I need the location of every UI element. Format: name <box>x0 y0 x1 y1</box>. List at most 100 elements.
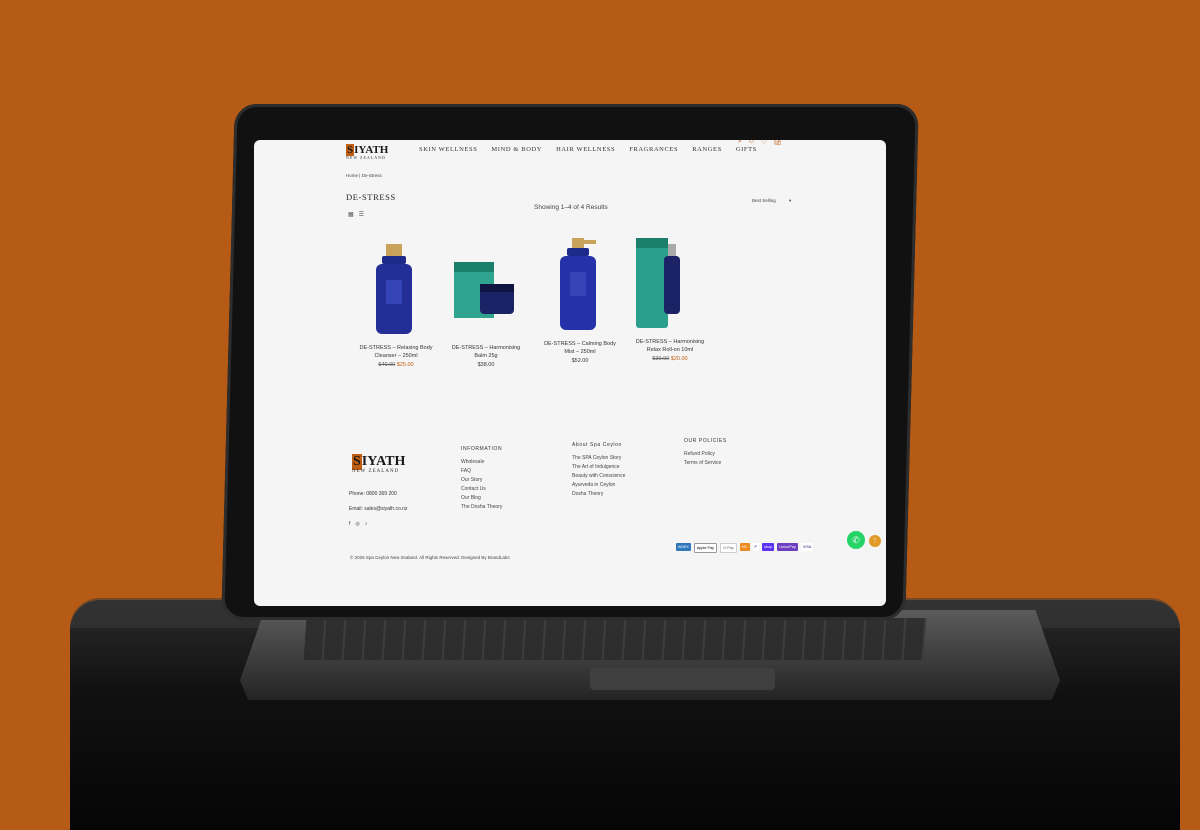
product-price: $38.00 <box>440 362 532 368</box>
laptop-trackpad <box>590 668 775 690</box>
footer-email[interactable]: Email: sales@siyath.co.nz <box>349 505 407 514</box>
footer-link[interactable]: Beauty with Conscience <box>572 472 625 481</box>
account-icon[interactable]: ☺ <box>748 140 755 146</box>
whatsapp-button[interactable]: ✆ <box>847 531 865 549</box>
grid-view-icon[interactable]: ▦ <box>348 211 354 218</box>
payment-methods: AMEX Apple Pay G Pay MC P shop UnionPay … <box>676 543 814 553</box>
product-name[interactable]: DE-STRESS – Calming Body Mist – 250ml <box>534 340 626 356</box>
apple-pay-icon: Apple Pay <box>693 543 718 553</box>
logo-sub: NEW ZEALAND <box>346 155 386 160</box>
laptop-screen: SIYATH NEW ZEALAND SKIN WELLNESS MIND & … <box>254 140 886 606</box>
breadcrumb-current: De-Stress <box>361 173 382 178</box>
old-price: $30.00 <box>652 356 670 362</box>
back-to-top-button[interactable]: ↑ <box>869 535 881 547</box>
sort-label: Best Selling <box>752 198 776 203</box>
footer-link[interactable]: Terms of Service <box>684 459 721 468</box>
sale-price: $20.00 <box>670 356 688 362</box>
footer-policies-links: Refund Policy Terms of Service <box>684 450 721 468</box>
product-price: $40.00 $25.00 <box>350 362 442 368</box>
product-name-line2: Balm 25g <box>474 353 498 359</box>
footer-logo[interactable]: SIYATH NEW ZEALAND <box>352 454 405 474</box>
results-count: Showing 1–4 of 4 Results <box>534 204 608 211</box>
footer-link[interactable]: The Art of Indulgence <box>572 463 625 472</box>
balm-image <box>454 262 514 318</box>
mastercard-icon: MC <box>739 543 750 551</box>
breadcrumb: Home | De-Stress <box>346 173 382 178</box>
nav-item-ranges[interactable]: RANGES <box>692 146 722 153</box>
whatsapp-icon: ✆ <box>852 535 860 545</box>
footer-about-title: About Spa Ceylon <box>572 442 622 448</box>
footer-link[interactable]: Dosha Theory <box>572 490 625 499</box>
product-name-line2: Cleanser – 250ml <box>374 353 418 359</box>
footer-link[interactable]: Our Story <box>461 476 502 485</box>
footer-logo-initial: S <box>352 454 362 470</box>
visa-icon: VISA <box>800 543 814 551</box>
product-price: $52.00 <box>534 358 626 364</box>
footer-link[interactable]: The SPA Ceylon Story <box>572 454 625 463</box>
product-card[interactable]: DE-STRESS – Harmonising Relax Roll-on 10… <box>624 234 716 362</box>
amex-icon: AMEX <box>676 543 691 551</box>
footer-contact: Phone: 0800 369 200 Email: sales@siyath.… <box>349 490 407 514</box>
product-name-line2: Mist – 250ml <box>564 349 596 355</box>
brand-logo[interactable]: SIYATH NEW ZEALAND <box>346 144 388 160</box>
footer-policies-title: OUR POLICIES <box>684 438 727 444</box>
sale-price: $25.00 <box>396 362 414 368</box>
footer-information-links: Wholesale FAQ Our Story Contact Us Our B… <box>461 458 502 512</box>
paypal-icon: P <box>752 543 760 551</box>
product-image[interactable] <box>534 236 626 334</box>
product-name[interactable]: DE-STRESS – Harmonising Balm 25g <box>440 344 532 360</box>
footer-link[interactable]: Refund Policy <box>684 450 721 459</box>
tiktok-icon[interactable]: ♪ <box>365 521 368 527</box>
product-image[interactable] <box>624 234 716 332</box>
social-links: f ◎ ♪ <box>349 521 367 527</box>
product-price: $30.00 $20.00 <box>624 356 716 362</box>
nav-item-hair-wellness[interactable]: HAIR WELLNESS <box>556 146 615 153</box>
product-name-line1: DE-STRESS – Relaxing Body <box>359 345 433 351</box>
laptop-keyboard <box>303 618 927 660</box>
footer-phone[interactable]: Phone: 0800 369 200 <box>349 490 407 499</box>
copyright: © 2025 Spa Ceylon New Zealand. All Right… <box>350 555 510 560</box>
footer-link[interactable]: Contact Us <box>461 485 502 494</box>
footer-link[interactable]: The Dosha Theory <box>461 503 502 512</box>
product-image[interactable] <box>440 240 532 338</box>
footer-logo-sub: NEW ZEALAND <box>352 469 400 474</box>
price: $52.00 <box>571 358 589 364</box>
mist-bottle-image <box>560 238 596 330</box>
wishlist-icon[interactable]: ♡ <box>761 140 767 146</box>
old-price: $40.00 <box>378 362 396 368</box>
product-name[interactable]: DE-STRESS – Relaxing Body Cleanser – 250… <box>350 344 442 360</box>
product-card[interactable]: DE-STRESS – Harmonising Balm 25g $38.00 <box>440 240 532 368</box>
instagram-icon[interactable]: ◎ <box>355 521 359 527</box>
product-card[interactable]: DE-STRESS – Calming Body Mist – 250ml $5… <box>534 236 626 364</box>
product-image[interactable] <box>350 240 442 338</box>
nav-item-skin-wellness[interactable]: SKIN WELLNESS <box>419 146 477 153</box>
search-icon[interactable]: ⌕ <box>738 140 742 146</box>
footer-link[interactable]: FAQ <box>461 467 502 476</box>
product-name[interactable]: DE-STRESS – Harmonising Relax Roll-on 10… <box>624 338 716 354</box>
sort-select[interactable]: Best Selling ▾ <box>752 198 791 204</box>
product-card[interactable]: DE-STRESS – Relaxing Body Cleanser – 250… <box>350 240 442 368</box>
shop-pay-icon: shop <box>762 543 775 551</box>
google-pay-icon: G Pay <box>720 543 737 553</box>
nav-item-gifts[interactable]: GIFTS <box>736 146 757 153</box>
roll-on-image <box>636 238 680 328</box>
unionpay-icon: UnionPay <box>777 543 798 551</box>
product-name-line2: Relax Roll-on 10ml <box>646 347 694 353</box>
cart-icon[interactable]: 🛍 <box>773 140 782 146</box>
arrow-up-icon: ↑ <box>873 537 877 544</box>
footer-link[interactable]: Ayurveda in Ceylon <box>572 481 625 490</box>
footer-logo-main: IYATH <box>361 454 406 469</box>
breadcrumb-separator: | <box>359 173 361 178</box>
facebook-icon[interactable]: f <box>349 521 350 527</box>
footer-information-title: INFORMATION <box>461 446 503 452</box>
product-name-line1: DE-STRESS – Harmonising <box>635 339 705 345</box>
breadcrumb-home[interactable]: Home <box>346 173 358 178</box>
product-name-line1: DE-STRESS – Harmonising <box>451 345 521 351</box>
list-view-icon[interactable]: ☰ <box>359 211 364 218</box>
nav-item-mind-body[interactable]: MIND & BODY <box>491 146 542 153</box>
footer-link[interactable]: Our Blog <box>461 494 502 503</box>
main-menu: SKIN WELLNESS MIND & BODY HAIR WELLNESS … <box>419 146 757 153</box>
nav-item-fragrances[interactable]: FRAGRANCES <box>629 146 678 153</box>
footer-link[interactable]: Wholesale <box>461 458 502 467</box>
price: $38.00 <box>477 362 495 368</box>
